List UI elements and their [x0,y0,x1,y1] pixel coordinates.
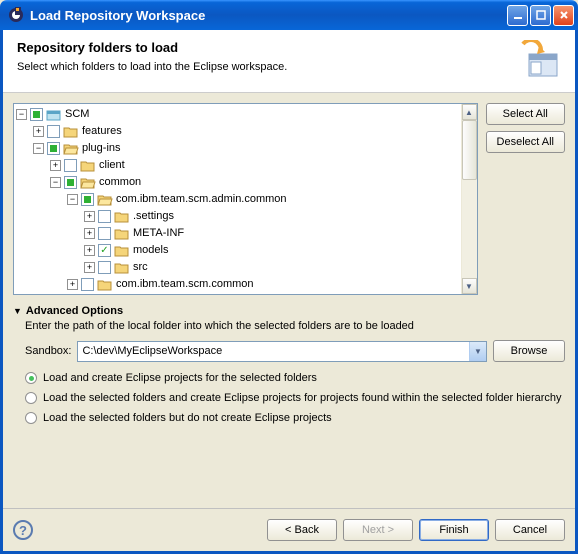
sandbox-input[interactable] [78,342,469,361]
tree-node[interactable]: − common [16,174,475,191]
folder-icon [80,159,96,173]
sandbox-label: Sandbox: [25,345,71,357]
wizard-banner-icon [517,40,561,80]
titlebar[interactable]: Load Repository Workspace [0,0,578,30]
app-icon [8,7,24,23]
radio-label: Load the selected folders and create Ecl… [43,392,562,404]
expander-icon[interactable]: + [33,126,44,137]
maximize-button[interactable] [530,5,551,26]
expander-icon[interactable]: + [67,279,78,290]
tree-node[interactable]: + com.ibm.team.scm.common [16,276,475,293]
tree-node[interactable]: + .settings [16,208,475,225]
folder-icon [63,125,79,139]
tree-node-label: features [82,123,122,140]
checkbox[interactable] [64,159,77,172]
radio-icon[interactable] [25,392,37,404]
browse-button[interactable]: Browse [493,340,565,362]
folder-open-icon [80,176,96,190]
checkbox[interactable] [30,108,43,121]
tree-node[interactable]: + features [16,123,475,140]
sandbox-combo[interactable]: ▼ [77,341,487,362]
radio-label: Load and create Eclipse projects for the… [43,372,317,384]
expander-icon[interactable]: + [50,160,61,171]
help-button[interactable]: ? [13,520,33,540]
expander-icon[interactable]: + [84,211,95,222]
tree-node-label: .settings [133,208,174,225]
tree-node-label: models [133,242,168,259]
scroll-thumb[interactable] [462,120,477,180]
page-subtitle: Select which folders to load into the Ec… [17,61,517,73]
folder-icon [114,227,130,241]
select-all-button[interactable]: Select All [486,103,565,125]
load-option-radio[interactable]: Load and create Eclipse projects for the… [25,372,565,384]
scroll-up-button[interactable]: ▲ [462,104,477,120]
expander-icon[interactable]: − [67,194,78,205]
tree-node-label: client [99,157,125,174]
radio-icon[interactable] [25,412,37,424]
tree-node-label: common [99,174,141,191]
expander-icon[interactable]: + [84,245,95,256]
finish-button[interactable]: Finish [419,519,489,541]
minimize-button[interactable] [507,5,528,26]
expander-icon[interactable]: − [16,109,27,120]
scroll-down-button[interactable]: ▼ [462,278,477,294]
page-title: Repository folders to load [17,40,517,55]
wizard-header: Repository folders to load Select which … [3,30,575,93]
next-button[interactable]: Next > [343,519,413,541]
workspace-icon [46,108,62,122]
back-button[interactable]: < Back [267,519,337,541]
radio-icon[interactable] [25,372,37,384]
tree-node[interactable]: − plug-ins [16,140,475,157]
vertical-scrollbar[interactable]: ▲ ▼ [461,104,477,294]
twistie-down-icon: ▼ [13,306,22,316]
tree-node-label: SCM [65,106,89,123]
folder-tree[interactable]: − SCM + features − plug-ins + client − common − com… [13,103,478,295]
checkbox[interactable]: ✓ [98,244,111,257]
tree-node-label: META-INF [133,225,184,242]
expander-icon[interactable]: + [84,262,95,273]
tree-node[interactable]: +✓ models [16,242,475,259]
folder-icon [114,210,130,224]
close-button[interactable] [553,5,574,26]
tree-node-label: com.ibm.team.scm.admin.common [116,191,287,208]
advanced-options-toggle[interactable]: ▼ Advanced Options [13,305,565,317]
tree-node[interactable]: + META-INF [16,225,475,242]
load-option-radio[interactable]: Load the selected folders and create Ecl… [25,392,565,404]
tree-node-label: com.ibm.team.scm.common [116,276,254,293]
folder-open-icon [63,142,79,156]
tree-node[interactable]: + src [16,259,475,276]
window-title: Load Repository Workspace [30,8,505,23]
folder-icon [97,278,113,292]
expander-icon[interactable]: − [50,177,61,188]
checkbox[interactable] [47,125,60,138]
checkbox[interactable] [64,176,77,189]
tree-node[interactable]: − SCM [16,106,475,123]
checkbox[interactable] [81,193,94,206]
dropdown-icon[interactable]: ▼ [469,342,486,361]
load-option-radio[interactable]: Load the selected folders but do not cre… [25,412,565,424]
deselect-all-button[interactable]: Deselect All [486,131,565,153]
expander-icon[interactable]: − [33,143,44,154]
advanced-desc: Enter the path of the local folder into … [13,320,565,332]
checkbox[interactable] [98,261,111,274]
advanced-title: Advanced Options [26,305,123,317]
tree-node[interactable]: + client [16,157,475,174]
checkbox[interactable] [81,278,94,291]
tree-node-label: src [133,259,148,276]
folder-icon [114,261,130,275]
radio-label: Load the selected folders but do not cre… [43,412,332,424]
folder-open-icon [97,193,113,207]
checkbox[interactable] [98,210,111,223]
cancel-button[interactable]: Cancel [495,519,565,541]
checkbox[interactable] [47,142,60,155]
tree-node-label: plug-ins [82,140,121,157]
tree-node[interactable]: − com.ibm.team.scm.admin.common [16,191,475,208]
folder-icon [114,244,130,258]
checkbox[interactable] [98,227,111,240]
expander-icon[interactable]: + [84,228,95,239]
